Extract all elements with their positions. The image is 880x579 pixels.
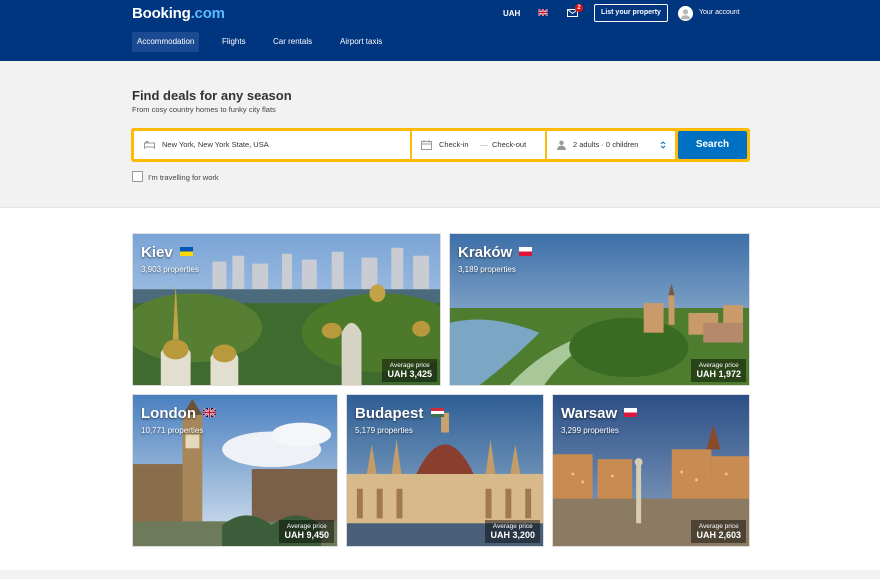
- price-value: UAH 9,450: [284, 530, 329, 540]
- search-button[interactable]: Search: [678, 131, 747, 159]
- hungary-flag-icon: [430, 408, 444, 417]
- tab-airport-taxis[interactable]: Airport taxis: [335, 32, 387, 52]
- average-price-badge: Average price UAH 3,200: [485, 520, 540, 543]
- average-price-badge: Average price UAH 9,450: [279, 520, 334, 543]
- guests-selector[interactable]: 2 adults · 0 children: [547, 131, 675, 159]
- destination-card-warsaw[interactable]: Warsaw 3,299 properties Average price UA…: [552, 394, 750, 547]
- price-caption: Average price: [389, 362, 430, 369]
- destination-card-budapest[interactable]: Budapest 5,179 properties Average price …: [346, 394, 544, 547]
- price-value: UAH 3,425: [387, 369, 432, 379]
- destination-card-kiev[interactable]: Kiev 3,903 properties Average price UAH …: [132, 233, 441, 386]
- currency-selector[interactable]: UAH: [503, 9, 520, 18]
- destination-value: New York, New York State, USA: [162, 140, 269, 149]
- price-caption: Average price: [492, 523, 533, 530]
- avatar-icon[interactable]: [678, 6, 693, 21]
- property-count: 3,299 properties: [561, 426, 619, 435]
- calendar-icon: [421, 140, 432, 150]
- property-count: 3,189 properties: [458, 265, 516, 274]
- price-value: UAH 3,200: [490, 530, 535, 540]
- list-property-button[interactable]: List your property: [594, 4, 668, 22]
- booking-logo[interactable]: Booking.com: [132, 5, 225, 22]
- tab-flights[interactable]: Flights: [217, 32, 251, 52]
- search-bar: New York, New York State, USA Check-in —…: [131, 128, 750, 162]
- average-price-badge: Average price UAH 2,603: [691, 520, 746, 543]
- city-name: Budapest: [355, 405, 444, 422]
- top-header: Booking.com UAH 2 List your property You…: [0, 0, 880, 61]
- poland-flag-icon: [519, 247, 533, 256]
- logo-suffix: .com: [190, 5, 225, 22]
- city-name: Kraków: [458, 244, 533, 261]
- tab-accommodation[interactable]: Accommodation: [132, 32, 200, 52]
- property-count: 3,903 properties: [141, 265, 199, 274]
- property-count: 5,179 properties: [355, 426, 413, 435]
- city-name-text: Kiev: [141, 244, 173, 261]
- city-name-text: Budapest: [355, 405, 424, 422]
- city-name-text: Warsaw: [561, 405, 618, 422]
- person-icon: [557, 140, 566, 150]
- your-account-link[interactable]: Your account: [699, 9, 740, 16]
- city-name-text: Kraków: [458, 244, 513, 261]
- uk-flag-icon: [203, 408, 217, 417]
- city-name-text: London: [141, 405, 196, 422]
- guests-value: 2 adults · 0 children: [573, 140, 639, 149]
- logo-text: Booking: [132, 5, 191, 22]
- footer-strip: [0, 570, 880, 579]
- price-caption: Average price: [698, 523, 739, 530]
- city-name: London: [141, 405, 217, 422]
- destination-input[interactable]: New York, New York State, USA: [134, 131, 410, 159]
- price-caption: Average price: [698, 362, 739, 369]
- checkin-field[interactable]: Check-in: [439, 131, 469, 159]
- destination-card-london[interactable]: London 10,771 properties Average price U…: [132, 394, 338, 547]
- property-count: 10,771 properties: [141, 426, 204, 435]
- price-value: UAH 2,603: [696, 530, 741, 540]
- uk-flag-icon[interactable]: [538, 9, 548, 16]
- destination-card-krakow[interactable]: Kraków 3,189 properties Average price UA…: [449, 233, 750, 386]
- checkout-field[interactable]: Check-out: [492, 131, 526, 159]
- tab-car-rentals[interactable]: Car rentals: [268, 32, 317, 52]
- poland-flag-icon: [624, 408, 638, 417]
- average-price-badge: Average price UAH 3,425: [382, 359, 437, 382]
- hero-subtitle: From cosy country homes to funky city fl…: [132, 105, 276, 114]
- updown-chevron-icon: [660, 141, 666, 149]
- price-value: UAH 1,972: [696, 369, 741, 379]
- ukraine-flag-icon: [179, 247, 193, 256]
- city-name: Warsaw: [561, 405, 638, 422]
- date-picker[interactable]: Check-in — Check-out: [412, 131, 545, 159]
- average-price-badge: Average price UAH 1,972: [691, 359, 746, 382]
- work-travel-label: I'm travelling for work: [148, 173, 219, 182]
- hero-title: Find deals for any season: [132, 88, 292, 103]
- date-separator: —: [480, 140, 488, 149]
- city-name: Kiev: [141, 244, 193, 261]
- bed-icon: [144, 141, 155, 149]
- notification-badge: 2: [575, 4, 583, 12]
- work-travel-checkbox[interactable]: [132, 171, 143, 182]
- price-caption: Average price: [286, 523, 327, 530]
